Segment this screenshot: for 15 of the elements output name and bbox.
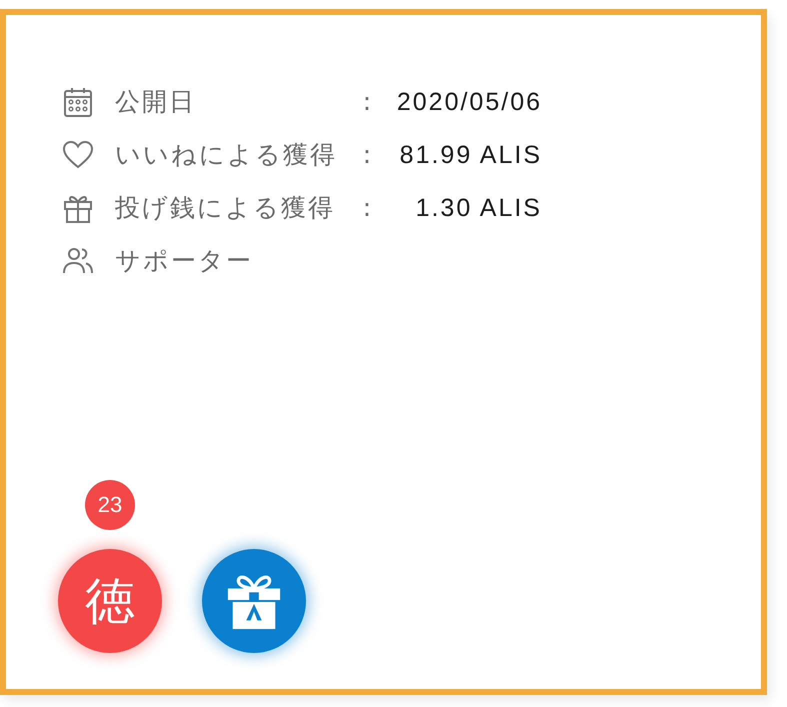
heart-icon xyxy=(62,138,94,170)
info-label: いいねによる獲得 xyxy=(115,138,337,170)
calendar-icon xyxy=(62,86,94,118)
info-value: 2020/05/06 xyxy=(396,86,542,118)
colon-separator: : xyxy=(362,192,372,224)
gift-button[interactable] xyxy=(202,549,306,653)
info-value: 81.99 ALIS xyxy=(400,140,542,170)
count-badge: 23 xyxy=(85,480,135,530)
colon-separator: : xyxy=(362,138,372,170)
info-value: 1.30 ALIS xyxy=(416,192,542,224)
tip-button[interactable]: 徳 xyxy=(58,549,162,653)
colon-separator: : xyxy=(362,86,372,118)
info-label: サポーター xyxy=(115,244,253,276)
info-label: 公開日 xyxy=(115,86,196,118)
info-label: 投げ銭による獲得 xyxy=(115,192,335,224)
